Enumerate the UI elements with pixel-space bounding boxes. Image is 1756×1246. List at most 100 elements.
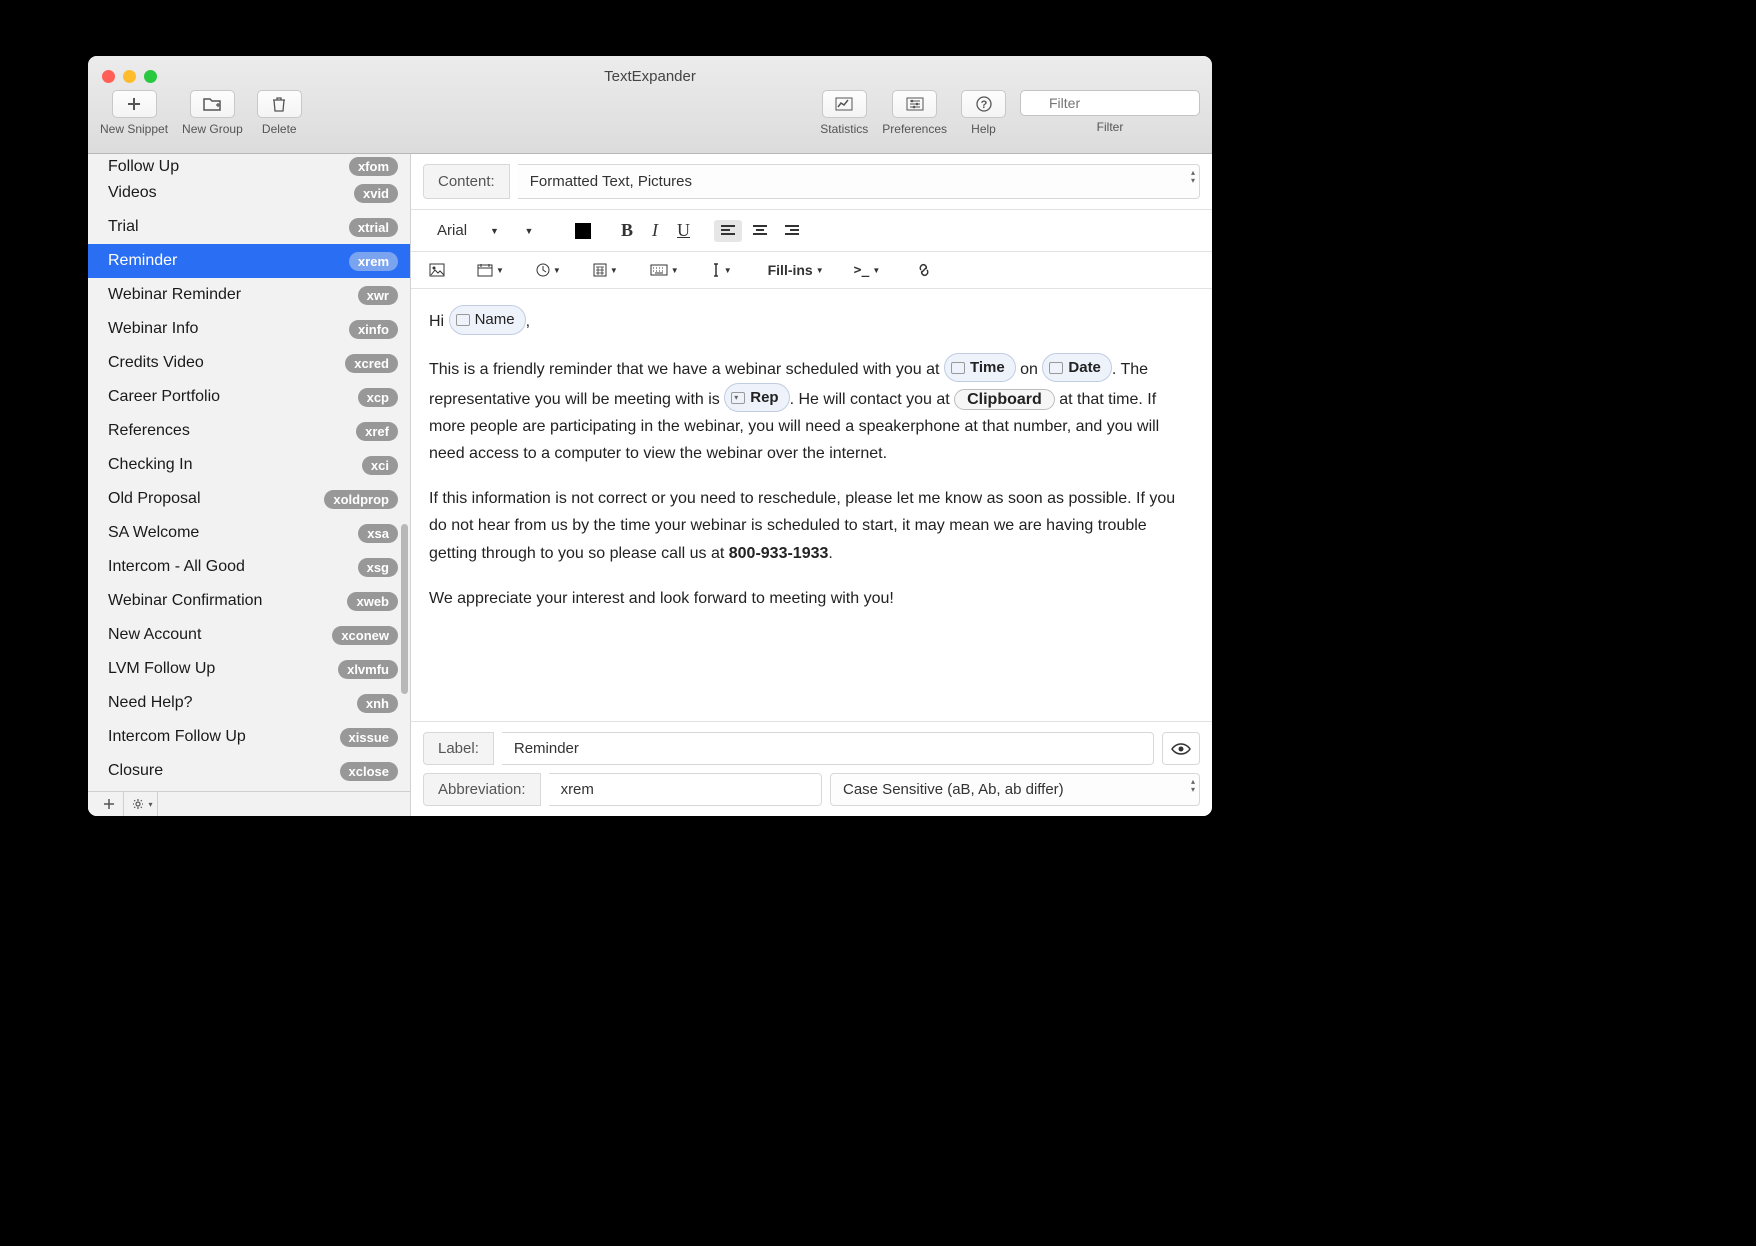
window-title: TextExpander [88,68,1212,85]
keyboard-icon [650,264,668,276]
italic-button[interactable]: I [643,216,667,245]
new-snippet-button[interactable]: New Snippet [100,90,168,136]
snippet-row[interactable]: Webinar Infoxinfo [88,312,410,346]
help-button[interactable]: ? Help [961,90,1006,136]
abbreviation-badge: xcp [358,388,398,407]
preview-button[interactable] [1162,732,1200,765]
snippet-label: Trial [108,218,139,236]
sliders-icon [906,97,924,111]
abbreviation-badge: xcred [345,354,398,373]
abbreviation-badge: xci [362,456,398,475]
snippet-metadata: Label: Reminder Abbreviation: xrem Case … [411,721,1212,816]
snippet-row[interactable]: Intercom Follow Upxissue [88,720,410,754]
abbreviation-badge: xclose [340,762,398,781]
snippet-row[interactable]: Closure xclose [88,754,410,788]
insert-code-button[interactable]: >_▼ [848,259,887,282]
insert-cursor-button[interactable]: ▼ [705,258,738,282]
titlebar: TextExpander New Snippet New Group Delet… [88,56,1212,154]
content-type-row: Content: Formatted Text, Pictures ▴▾ [411,154,1212,210]
text-color-button[interactable] [569,219,597,243]
snippet-label: LVM Follow Up [108,660,215,678]
insert-keyboard-button[interactable]: ▼ [644,260,685,280]
fillin-time[interactable]: Time [944,353,1016,383]
app-window: TextExpander New Snippet New Group Delet… [88,56,1212,816]
delete-button[interactable]: Delete [257,90,302,136]
snippet-label: Reminder [108,252,177,270]
snippet-row[interactable]: Checking In xci [88,448,410,482]
fillin-name[interactable]: Name [449,305,526,335]
case-sensitivity-select[interactable]: Case Sensitive (aB, Ab, ab differ) ▴▾ [830,773,1200,806]
snippet-label: Webinar Info [108,320,198,338]
eye-icon [1171,742,1191,756]
fillin-rep[interactable]: Rep [724,383,789,413]
plus-icon [126,96,142,112]
insert-time-button[interactable]: ▼ [530,259,567,281]
insert-link-button[interactable] [910,258,938,282]
insert-date-button[interactable]: ▼ [471,259,510,281]
statistics-button[interactable]: Statistics [820,90,868,136]
question-icon: ? [976,96,992,112]
insert-math-button[interactable]: ▼ [587,259,624,281]
snippet-row[interactable]: Referencesxref [88,414,410,448]
calculator-icon [593,263,607,277]
snippet-label: Closure [108,762,163,780]
filter-input[interactable] [1020,90,1200,116]
font-size-select[interactable]: ▼ [517,222,541,240]
snippet-row[interactable]: Follow Up xfom [88,154,410,176]
cursor-icon [711,262,721,278]
abbreviation-badge: xfom [349,157,398,176]
scrollbar[interactable] [401,524,408,694]
snippet-row[interactable]: Webinar Confirmation xweb [88,584,410,618]
abbreviation-input[interactable]: xrem [549,773,822,806]
snippet-row[interactable]: Intercom - All Goodxsg [88,550,410,584]
snippet-row[interactable]: Reminderxrem [88,244,410,278]
fillins-menu[interactable]: Fill-ins ▼ [762,258,830,282]
font-select[interactable]: Arial ▼ [423,218,513,243]
content-type-label: Content: [423,164,510,199]
insert-image-button[interactable] [423,259,451,281]
snippet-label: Follow Up [108,158,179,176]
label-input[interactable]: Reminder [502,732,1154,765]
add-button[interactable] [94,792,124,817]
align-left-button[interactable] [714,220,742,242]
new-group-button[interactable]: New Group [182,90,243,136]
snippet-label: Webinar Confirmation [108,592,262,610]
snippet-label: Checking In [108,456,193,474]
abbreviation-badge: xoldprop [324,490,398,509]
align-center-button[interactable] [746,220,774,242]
content-type-select[interactable]: Formatted Text, Pictures ▴▾ [518,164,1200,199]
abbreviation-badge: xtrial [349,218,398,237]
abbreviation-badge: xwr [358,286,398,305]
abbr-field-label: Abbreviation: [423,773,541,806]
clipboard-token[interactable]: Clipboard [954,389,1055,410]
snippet-list[interactable]: Follow Up xfomVideosxvid Trial xtrial Remind… [88,154,410,791]
snippet-row[interactable]: Need Help?xnh [88,686,410,720]
abbreviation-badge: xref [356,422,398,441]
abbreviation-badge: xweb [347,592,398,611]
snippet-row[interactable]: SA Welcomexsa [88,516,410,550]
clock-icon [536,263,550,277]
underline-button[interactable]: U [671,216,696,245]
snippet-row[interactable]: Videosxvid [88,176,410,210]
snippet-row[interactable]: LVM Follow Upxlvmfu [88,652,410,686]
abbreviation-badge: xvid [354,184,398,203]
gear-menu-button[interactable]: ▾ [128,792,158,817]
snippet-row[interactable]: Old Proposalxoldprop [88,482,410,516]
gear-icon [132,797,146,811]
bold-button[interactable]: B [615,216,639,245]
snippet-row[interactable]: Trial xtrial [88,210,410,244]
snippet-row[interactable]: Webinar Reminderxwr [88,278,410,312]
fillin-date[interactable]: Date [1042,353,1112,383]
snippet-row[interactable]: Career Portfolioxcp [88,380,410,414]
folder-plus-icon [203,97,221,111]
snippet-editor[interactable]: Hi Name, This is a friendly reminder tha… [411,289,1212,721]
calendar-icon [477,263,493,277]
align-right-button[interactable] [778,220,806,242]
label-field-label: Label: [423,732,494,765]
preferences-button[interactable]: Preferences [882,90,947,136]
abbreviation-badge: xissue [340,728,398,747]
snippet-row[interactable]: New Accountxconew [88,618,410,652]
main-panel: Content: Formatted Text, Pictures ▴▾ Ari… [411,154,1212,816]
snippet-row[interactable]: Credits Videoxcred [88,346,410,380]
abbreviation-badge: xsg [358,558,398,577]
